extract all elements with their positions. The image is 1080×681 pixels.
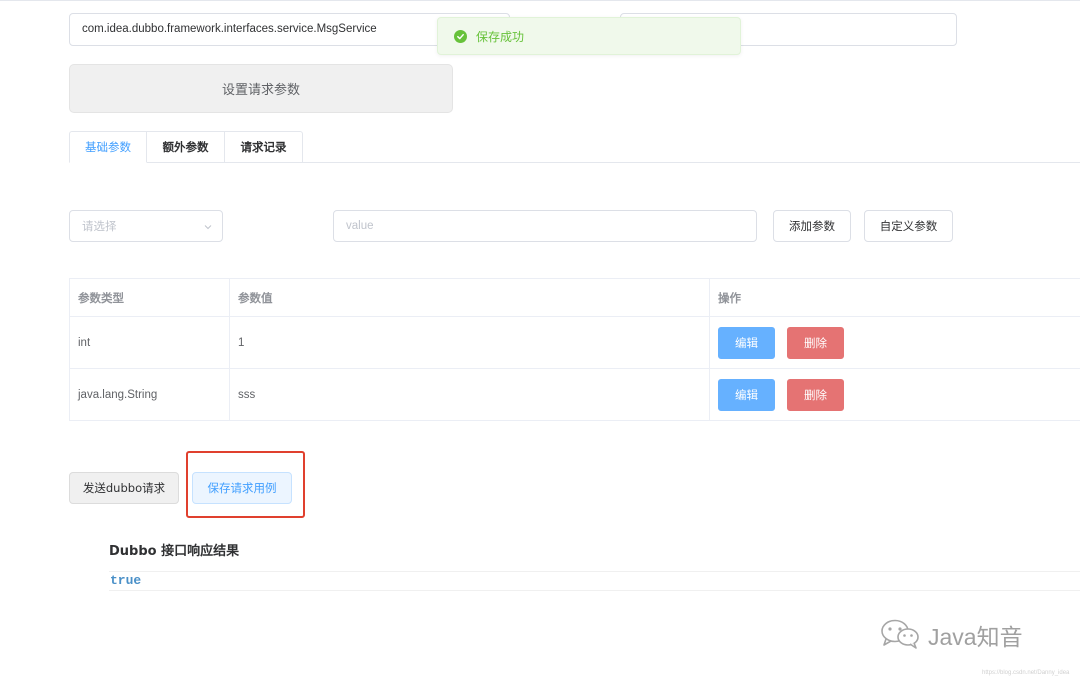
param-type-select[interactable]: 请选择	[69, 210, 223, 242]
result-divider-top	[109, 571, 1080, 572]
watermark-text: Java知音	[928, 624, 1023, 650]
chevron-down-icon	[203, 221, 213, 235]
top-border	[0, 0, 1080, 1]
tabs-divider	[69, 162, 1080, 163]
row-param-type: java.lang.String	[70, 369, 230, 420]
row-param-value: sss	[230, 369, 710, 420]
table-row: java.lang.String sss 编辑 删除	[70, 369, 1080, 421]
result-title: Dubbo 接口响应结果	[109, 544, 240, 559]
highlight-annotation-box	[186, 451, 305, 518]
row-param-value: 1	[230, 317, 710, 368]
wechat-logo-icon	[876, 616, 924, 654]
custom-param-button[interactable]: 自定义参数	[864, 210, 953, 242]
row-actions: 编辑 删除	[710, 369, 1080, 420]
header-param-value: 参数值	[230, 279, 710, 316]
tab-basic-params[interactable]: 基础参数	[69, 131, 147, 163]
delete-button[interactable]: 删除	[787, 378, 844, 411]
header-param-type: 参数类型	[70, 279, 230, 316]
result-divider-bottom	[109, 590, 1080, 591]
table-row: int 1 编辑 删除	[70, 317, 1080, 369]
edit-button[interactable]: 编辑	[718, 378, 775, 411]
watermark-url: https://blog.csdn.net/Danny_idea	[982, 670, 1070, 676]
param-table: 参数类型 参数值 操作 int 1 编辑 删除 java.lang.String…	[69, 278, 1080, 421]
edit-button[interactable]: 编辑	[718, 326, 775, 359]
result-value: true	[110, 573, 142, 588]
tab-extra-params[interactable]: 额外参数	[147, 131, 225, 163]
send-dubbo-request-button[interactable]: 发送dubbo请求	[69, 472, 179, 504]
toast-message: 保存成功	[476, 29, 525, 44]
param-value-input[interactable]: value	[333, 210, 757, 242]
success-check-icon	[454, 29, 467, 43]
tab-request-records[interactable]: 请求记录	[225, 131, 303, 163]
header-actions: 操作	[718, 290, 741, 305]
watermark: Java知音	[876, 616, 1023, 654]
success-toast: 保存成功	[437, 17, 741, 55]
delete-button[interactable]: 删除	[787, 326, 844, 359]
add-param-button[interactable]: 添加参数	[773, 210, 851, 242]
row-actions: 编辑 删除	[710, 317, 1080, 368]
table-header-row: 参数类型 参数值 操作	[70, 279, 1080, 317]
param-tabs: 基础参数 额外参数 请求记录	[69, 131, 303, 163]
set-request-params-button[interactable]: 设置请求参数	[69, 64, 453, 113]
select-placeholder: 请选择	[82, 219, 117, 233]
row-param-type: int	[70, 317, 230, 368]
